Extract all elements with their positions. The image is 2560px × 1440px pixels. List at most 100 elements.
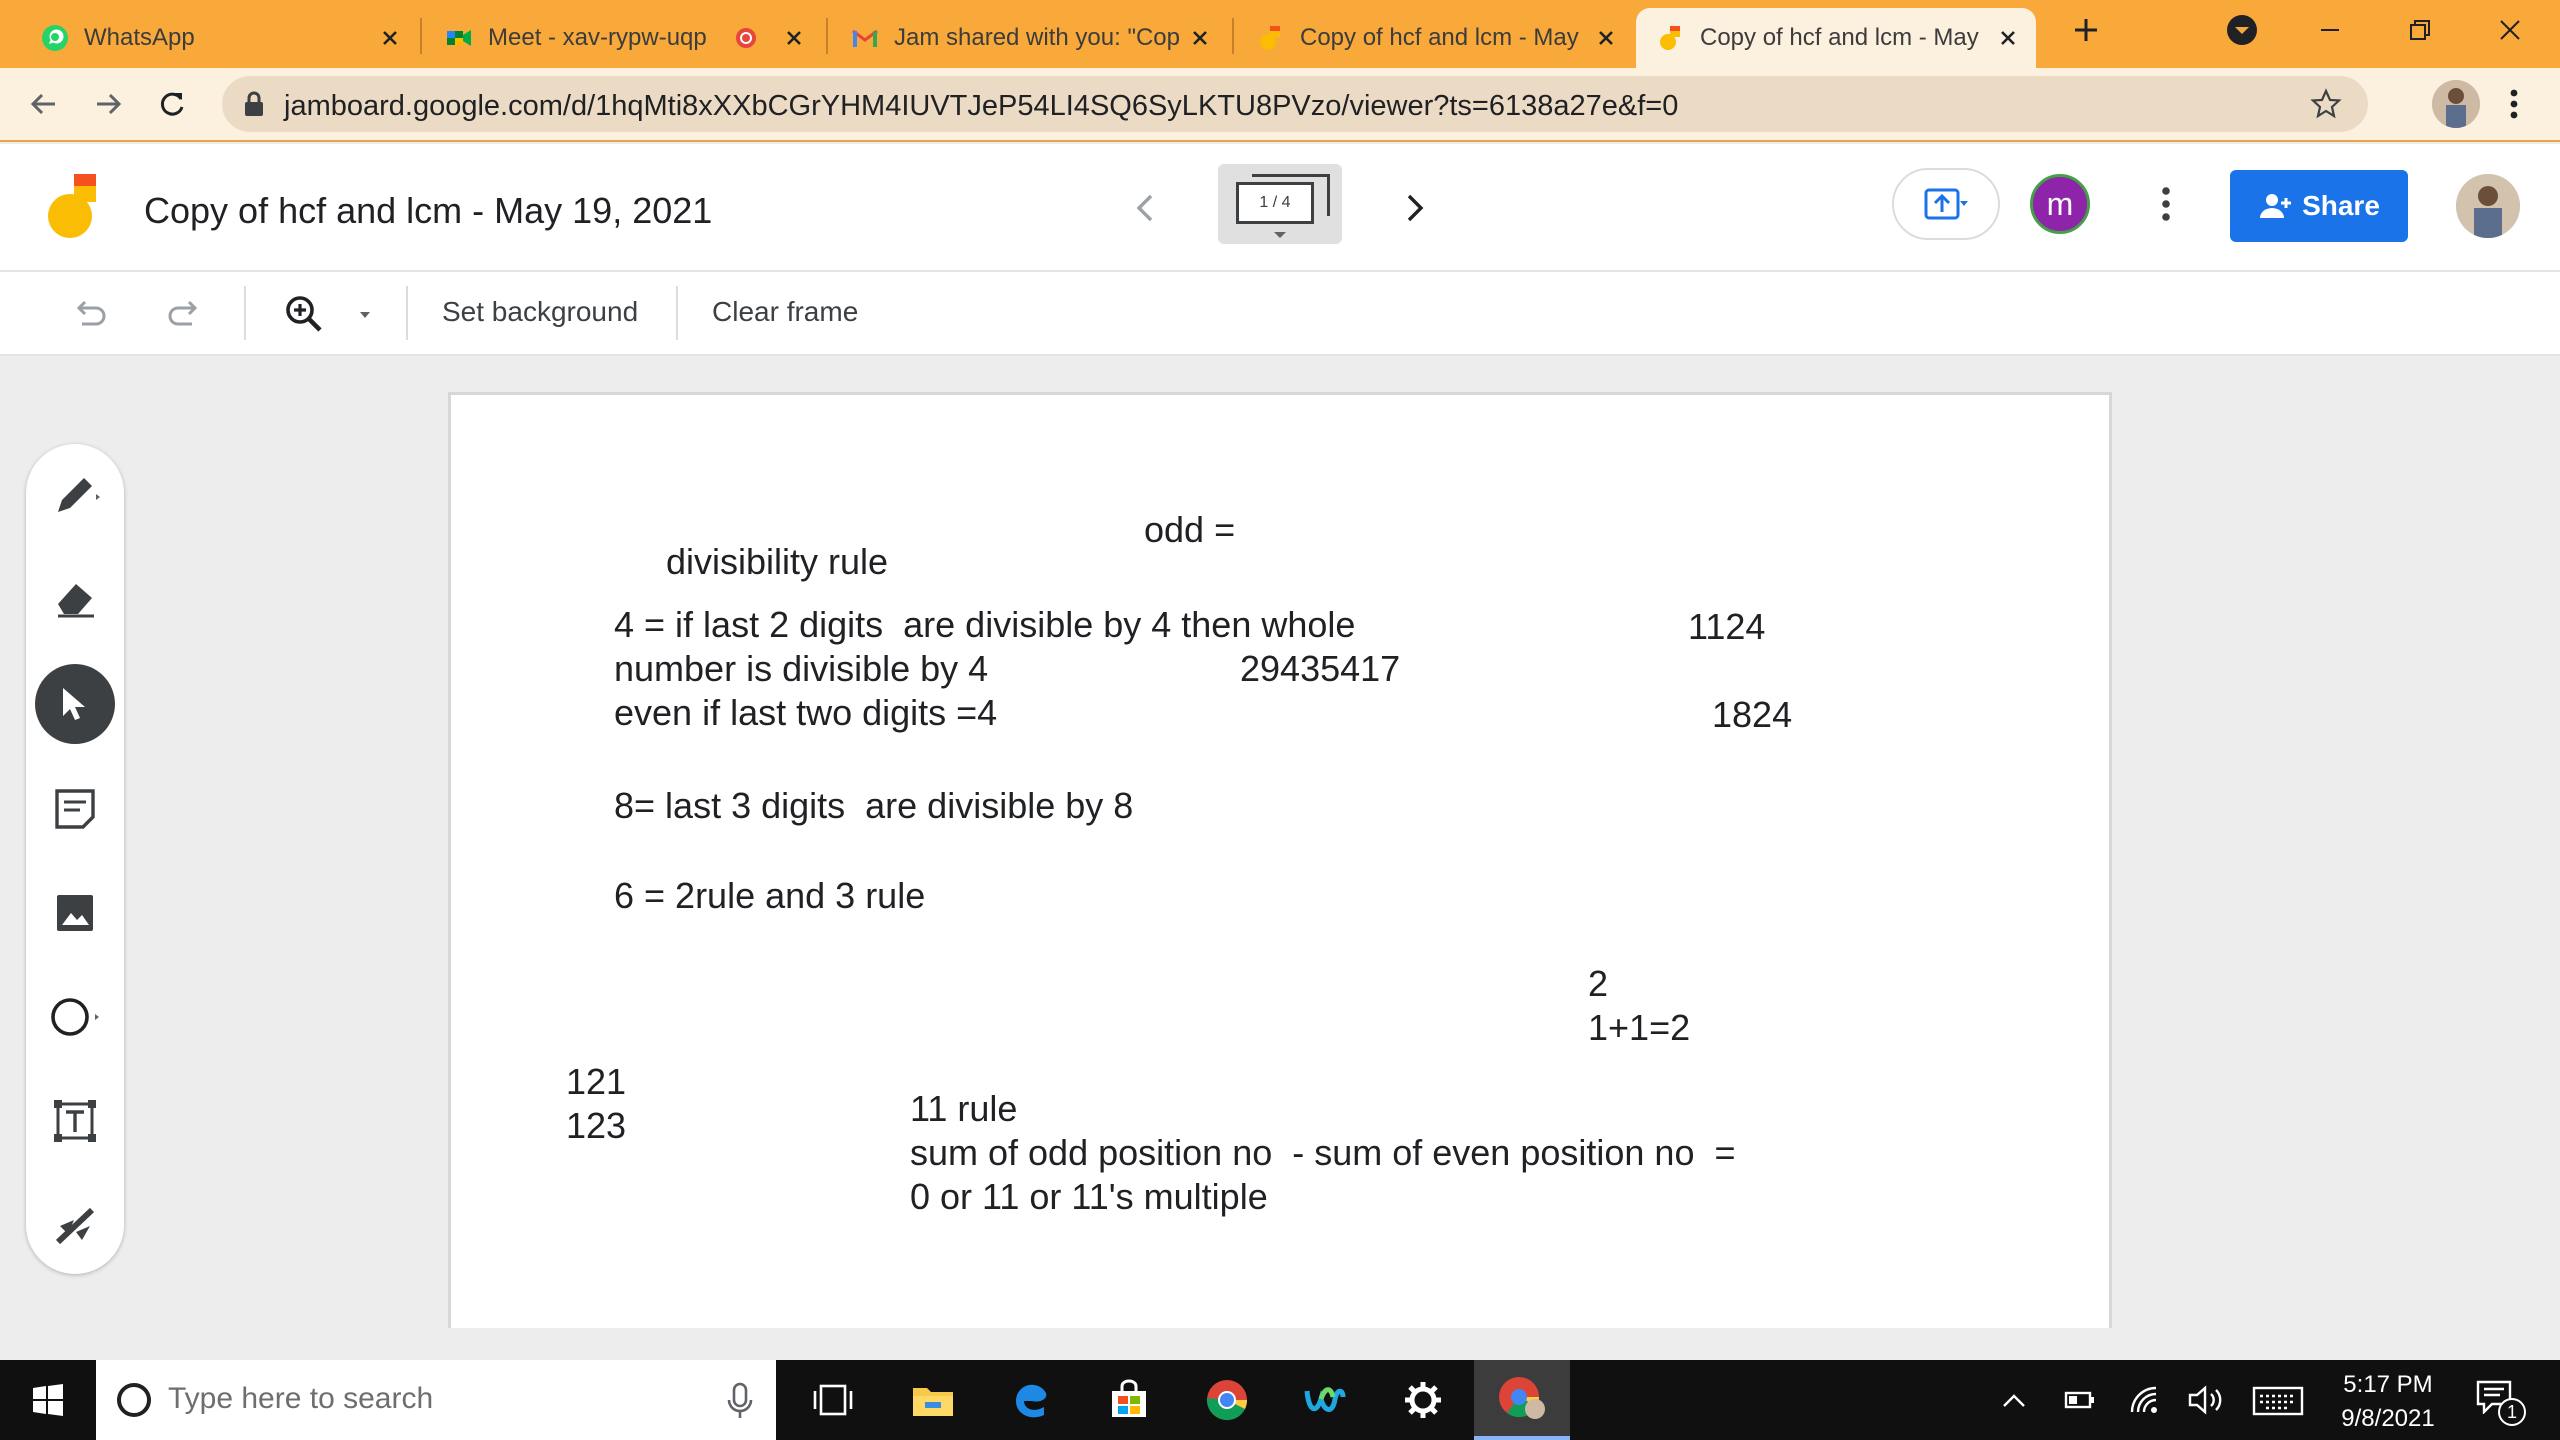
close-icon: [2500, 20, 2520, 40]
pen-tool[interactable]: [50, 470, 100, 520]
address-bar[interactable]: jamboard.google.com/d/1hqMti8xXXbCGrYHM4…: [222, 76, 2368, 132]
system-clock[interactable]: 5:17 PM 9/8/2021: [2318, 1368, 2458, 1436]
star-icon[interactable]: [2310, 88, 2342, 120]
text-box-rule-8[interactable]: 8= last 3 digits are divisible by 8: [614, 784, 1133, 828]
tab-search-button[interactable]: [2212, 10, 2272, 50]
profile-avatar[interactable]: [2432, 80, 2480, 128]
undo-icon[interactable]: [70, 294, 110, 334]
text-box-rule-6[interactable]: 6 = 2rule and 3 rule: [614, 874, 925, 918]
tab-divider: [420, 18, 422, 54]
recording-icon: [736, 28, 756, 48]
wifi-icon[interactable]: [2128, 1384, 2160, 1416]
forward-button[interactable]: [88, 84, 128, 124]
clock-date: 9/8/2021: [2341, 1405, 2435, 1432]
eraser-tool[interactable]: [50, 572, 100, 622]
battery-icon[interactable]: [2064, 1386, 2096, 1414]
tab-gmail[interactable]: Jam shared with you: "Cop: [830, 8, 1228, 68]
text-box-1124[interactable]: 1124: [1688, 605, 1765, 649]
close-icon[interactable]: [376, 24, 404, 52]
upload-icon: [1924, 188, 1968, 220]
text-box-odd[interactable]: odd =: [1144, 508, 1235, 552]
task-view-button[interactable]: [798, 1360, 868, 1440]
collaborator-avatar[interactable]: m: [2030, 174, 2090, 234]
text-box-divisibility-rule[interactable]: divisibility rule: [666, 540, 888, 584]
more-vert-icon: [2510, 89, 2518, 119]
chrome-profile-icon: [1499, 1377, 1545, 1419]
restore-icon: [2410, 20, 2430, 40]
settings-button[interactable]: [1388, 1360, 1458, 1440]
more-vert-icon[interactable]: [2160, 184, 2172, 224]
close-icon[interactable]: [1186, 24, 1214, 52]
text-box-tool[interactable]: [50, 1096, 100, 1146]
chevron-left-icon[interactable]: [1126, 188, 1166, 228]
select-tool[interactable]: [35, 664, 115, 744]
zoom-in-icon[interactable]: [282, 292, 326, 336]
pen-icon: [58, 478, 100, 512]
sticky-note-icon: [55, 789, 95, 829]
close-window-button[interactable]: [2480, 10, 2540, 50]
close-icon[interactable]: [1592, 24, 1620, 52]
tool-palette: [26, 444, 124, 1274]
taskbar-search[interactable]: Type here to search: [96, 1360, 776, 1440]
store-button[interactable]: [1094, 1360, 1164, 1440]
microphone-icon[interactable]: [726, 1380, 754, 1420]
close-icon[interactable]: [1994, 24, 2022, 52]
person-icon: [2432, 80, 2480, 128]
store-icon: [1112, 1379, 1146, 1417]
text-box-rule-11[interactable]: 11 rule sum of odd position no - sum of …: [910, 1087, 1736, 1219]
tab-title: WhatsApp: [84, 24, 195, 51]
webex-button[interactable]: [1290, 1360, 1360, 1440]
chrome-button[interactable]: [1192, 1360, 1262, 1440]
caret-down-icon[interactable]: [358, 310, 372, 320]
shape-tool[interactable]: [50, 992, 100, 1042]
file-explorer-button[interactable]: [898, 1360, 968, 1440]
eraser-icon: [58, 584, 94, 618]
frame-bar-toggle[interactable]: 1 / 4: [1218, 164, 1342, 244]
restore-button[interactable]: [2390, 10, 2450, 50]
close-icon[interactable]: [780, 24, 808, 52]
tab-jamboard[interactable]: Copy of hcf and lcm - May: [1236, 8, 1634, 68]
keyboard-icon[interactable]: [2252, 1386, 2304, 1416]
url-text: jamboard.google.com/d/1hqMti8xXXbCGrYHM4…: [284, 90, 1679, 122]
volume-icon[interactable]: [2186, 1384, 2226, 1416]
minimize-button[interactable]: [2300, 10, 2360, 50]
person-icon: [2456, 174, 2520, 238]
tab-google-meet[interactable]: Meet - xav-rypw-uqp: [424, 8, 822, 68]
clear-frame-button[interactable]: Clear frame: [712, 296, 858, 328]
laser-tool[interactable]: [50, 1200, 100, 1250]
share-button[interactable]: Share: [2230, 170, 2408, 242]
image-tool[interactable]: [50, 888, 100, 938]
new-tab-button[interactable]: [2056, 10, 2116, 50]
tab-jamboard-active[interactable]: Copy of hcf and lcm - May: [1636, 8, 2036, 68]
gear-icon: [1405, 1382, 1441, 1418]
jamboard-frame[interactable]: odd = divisibility rule 4 = if last 2 di…: [448, 392, 2112, 1328]
search-placeholder: Type here to search: [168, 1382, 434, 1415]
laser-pointer-icon: [55, 1207, 95, 1245]
text-box-1824[interactable]: 1824: [1712, 693, 1792, 737]
cortana-circle-icon: [117, 1383, 151, 1417]
edge-button[interactable]: [996, 1360, 1066, 1440]
reload-button[interactable]: [152, 84, 192, 124]
text-box-121-123[interactable]: 121 123: [566, 1060, 626, 1148]
chrome-icon: [1206, 1380, 1248, 1421]
text-box-two-sum[interactable]: 2 1+1=2: [1588, 962, 1690, 1050]
back-button[interactable]: [24, 84, 64, 124]
toolbar-divider: [406, 286, 408, 340]
sticky-note-tool[interactable]: [50, 784, 100, 834]
start-button[interactable]: [0, 1360, 96, 1440]
chrome-active-button[interactable]: [1474, 1360, 1570, 1440]
chevron-up-icon[interactable]: [2000, 1390, 2028, 1410]
document-title[interactable]: Copy of hcf and lcm - May 19, 2021: [144, 190, 712, 232]
browser-menu-button[interactable]: [2494, 84, 2534, 124]
send-to-button[interactable]: [1892, 168, 2000, 240]
account-avatar[interactable]: [2456, 174, 2520, 238]
arrow-right-icon: [97, 93, 122, 115]
action-center-button[interactable]: 1: [2476, 1380, 2536, 1428]
reload-icon: [160, 92, 184, 116]
chevron-right-icon[interactable]: [1394, 188, 1434, 228]
browser-tab-strip: WhatsApp Meet - xav-rypw-uqp Jam shared …: [0, 0, 2560, 68]
redo-icon[interactable]: [164, 294, 204, 334]
text-box-29435417[interactable]: 29435417: [1240, 647, 1400, 691]
tab-whatsapp[interactable]: WhatsApp: [20, 8, 418, 68]
set-background-button[interactable]: Set background: [442, 296, 638, 328]
